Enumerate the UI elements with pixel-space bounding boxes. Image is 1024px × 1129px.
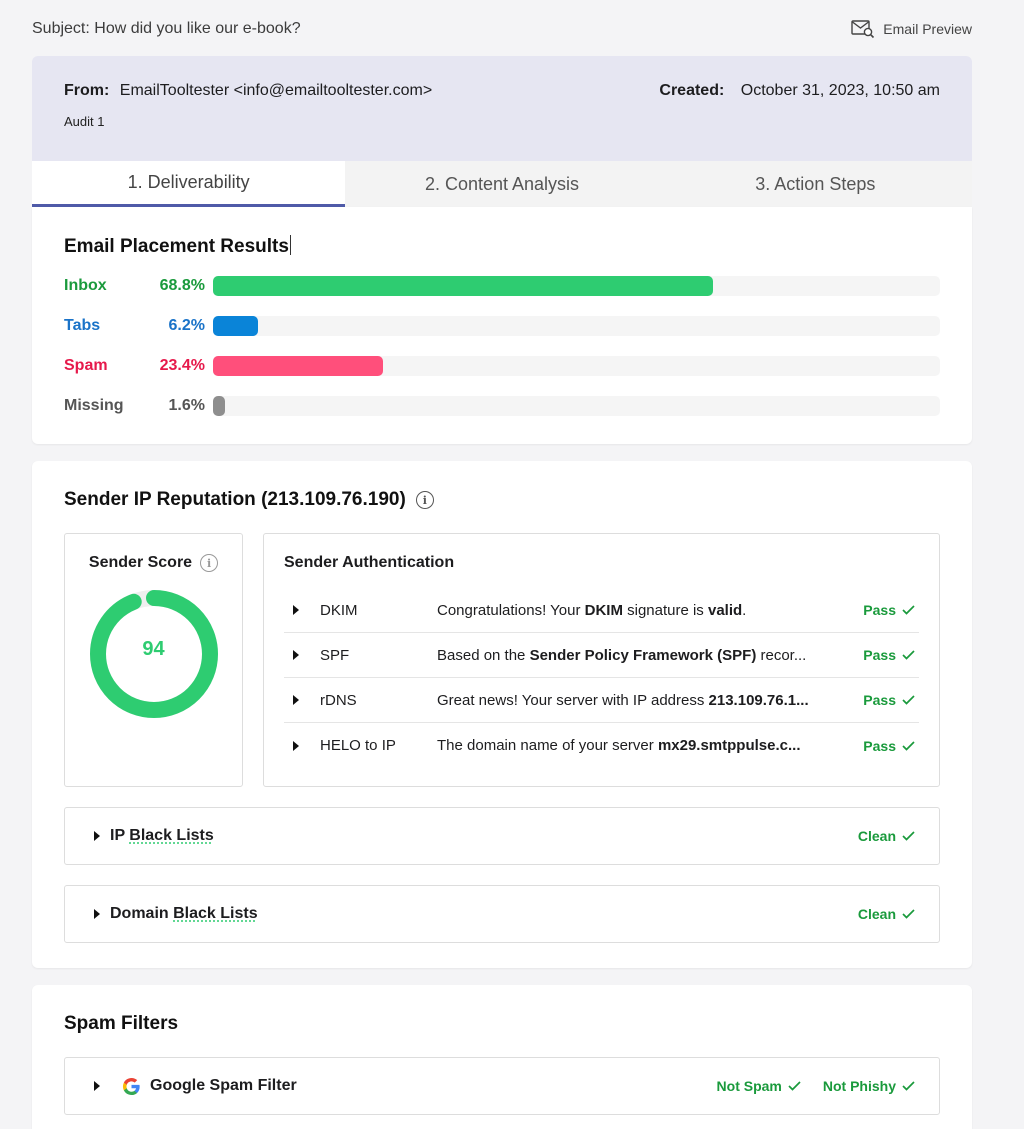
auth-status: Pass	[863, 647, 915, 663]
from-field: From: EmailTooltester <info@emailtooltes…	[64, 82, 432, 100]
envelope-search-icon	[851, 19, 875, 39]
from-value: EmailTooltester <info@emailtooltester.co…	[119, 82, 433, 99]
ip-blacklists-row[interactable]: IP Black Lists Clean	[64, 807, 940, 865]
auth-name: rDNS	[320, 691, 357, 709]
created-value: October 31, 2023, 10:50 am	[740, 82, 940, 99]
sender-authentication-title: Sender Authentication	[284, 554, 455, 571]
auth-description: The domain name of your server mx29.smtp…	[437, 737, 801, 754]
placement-percent: 6.2%	[168, 317, 205, 334]
placement-title-text: Email Placement Results	[64, 236, 289, 257]
placement-label: Missing	[64, 397, 124, 414]
spam-filters-title: Spam Filters	[64, 1013, 179, 1034]
check-icon	[902, 650, 915, 660]
created-label: Created:	[659, 82, 725, 99]
email-subject: Subject: How did you like our e-book?	[32, 20, 301, 37]
ip-blacklists-status: Clean	[858, 828, 915, 844]
placement-label: Tabs	[64, 317, 101, 334]
google-spam-filter-row[interactable]: Google Spam Filter Not Spam Not Phishy	[64, 1057, 940, 1115]
domain-blacklists-status: Clean	[858, 906, 915, 922]
auth-description: Congratulations! Your DKIM signature is …	[437, 601, 747, 619]
email-preview-button[interactable]: Email Preview	[851, 19, 972, 39]
triangle-right-icon	[293, 695, 299, 705]
reputation-title: Sender IP Reputation (213.109.76.190)	[64, 489, 406, 510]
domain-blacklists-row[interactable]: Domain Black Lists Clean	[64, 885, 940, 943]
placement-track	[213, 356, 940, 376]
email-preview-label: Email Preview	[883, 21, 972, 37]
check-icon	[902, 1081, 915, 1091]
report-tabs: 1. Deliverability 2. Content Analysis 3.…	[32, 161, 972, 207]
not-spam-badge: Not Spam	[717, 1078, 801, 1094]
auth-name: DKIM	[320, 601, 358, 619]
check-icon	[902, 740, 915, 751]
triangle-right-icon	[94, 909, 100, 919]
sender-authentication-box: Sender Authentication DKIM Congratulatio…	[263, 533, 940, 787]
placement-track	[213, 396, 940, 416]
email-header: From: EmailTooltester <info@emailtooltes…	[32, 56, 972, 161]
placement-title: Email Placement Results	[64, 235, 940, 258]
auth-name: SPF	[320, 646, 350, 664]
triangle-right-icon	[293, 605, 299, 615]
auth-name: HELO to IP	[320, 737, 396, 754]
placement-bar-inbox	[213, 276, 714, 296]
triangle-right-icon	[293, 650, 299, 660]
domain-blacklists-label: Domain Black Lists	[110, 905, 258, 922]
info-icon[interactable]: i	[415, 491, 434, 509]
placement-bars: Inbox 68.8% Tabs 6.2% Spam 23.4% Missing…	[64, 276, 940, 416]
sender-score-value: 94	[142, 638, 165, 660]
sender-score-gauge: 94	[88, 588, 220, 720]
auth-status: Pass	[863, 602, 915, 618]
ip-blacklists-label: IP Black Lists	[110, 827, 214, 844]
triangle-right-icon	[94, 831, 100, 841]
placement-row-inbox: Inbox 68.8%	[64, 276, 940, 296]
auth-row-spf[interactable]: SPF Based on the Sender Policy Framework…	[284, 633, 919, 678]
placement-bar-missing	[213, 396, 225, 416]
auth-row-dkim[interactable]: DKIM Congratulations! Your DKIM signatur…	[284, 588, 919, 633]
tab-content-analysis[interactable]: 2. Content Analysis	[345, 161, 658, 207]
placement-percent: 1.6%	[168, 397, 205, 414]
auth-status: Pass	[863, 692, 915, 708]
placement-row-missing: Missing 1.6%	[64, 396, 940, 416]
auth-description: Great news! Your server with IP address …	[437, 691, 809, 709]
triangle-right-icon	[94, 1081, 100, 1091]
placement-percent: 23.4%	[159, 357, 205, 374]
placement-track	[213, 316, 940, 336]
auth-row-helo[interactable]: HELO to IP The domain name of your serve…	[284, 723, 919, 768]
created-field: Created: October 31, 2023, 10:50 am	[659, 82, 940, 100]
text-cursor	[289, 235, 291, 255]
placement-label: Inbox	[64, 277, 107, 294]
google-g-icon	[122, 1077, 150, 1096]
not-phishy-badge: Not Phishy	[823, 1078, 915, 1094]
auth-row-rdns[interactable]: rDNS Great news! Your server with IP add…	[284, 678, 919, 723]
info-icon[interactable]: i	[200, 554, 219, 572]
spam-filters-card: Spam Filters Google Spam Filter Not Spam…	[32, 985, 972, 1129]
tab-deliverability[interactable]: 1. Deliverability	[32, 161, 346, 207]
from-label: From:	[64, 82, 110, 99]
top-bar: Subject: How did you like our e-book? Em…	[32, 18, 972, 40]
triangle-right-icon	[293, 740, 299, 751]
auth-description: Based on the Sender Policy Framework (SP…	[437, 646, 807, 664]
placement-label: Spam	[64, 357, 108, 374]
auth-status: Pass	[863, 738, 915, 754]
sender-reputation-card: Sender IP Reputation (213.109.76.190) i …	[32, 461, 972, 968]
google-spam-filter-label: Google Spam Filter	[150, 1077, 297, 1094]
placement-row-tabs: Tabs 6.2%	[64, 316, 940, 336]
check-icon	[902, 605, 915, 615]
sender-score-box: Sender Score i 94	[64, 533, 243, 787]
check-icon	[788, 1081, 801, 1091]
check-icon	[902, 831, 915, 841]
placement-row-spam: Spam 23.4%	[64, 356, 940, 376]
placement-bar-tabs	[213, 316, 259, 336]
sender-score-title: Sender Score	[88, 554, 193, 571]
placement-percent: 68.8%	[159, 277, 205, 294]
check-icon	[902, 909, 915, 919]
email-placement-card: Email Placement Results Inbox 68.8% Tabs…	[32, 207, 972, 444]
placement-track	[213, 276, 940, 296]
audit-name: Audit 1	[64, 114, 105, 129]
check-icon	[902, 695, 915, 705]
tab-action-steps[interactable]: 3. Action Steps	[659, 161, 972, 207]
auth-list: DKIM Congratulations! Your DKIM signatur…	[284, 588, 919, 768]
placement-bar-spam	[213, 356, 384, 376]
